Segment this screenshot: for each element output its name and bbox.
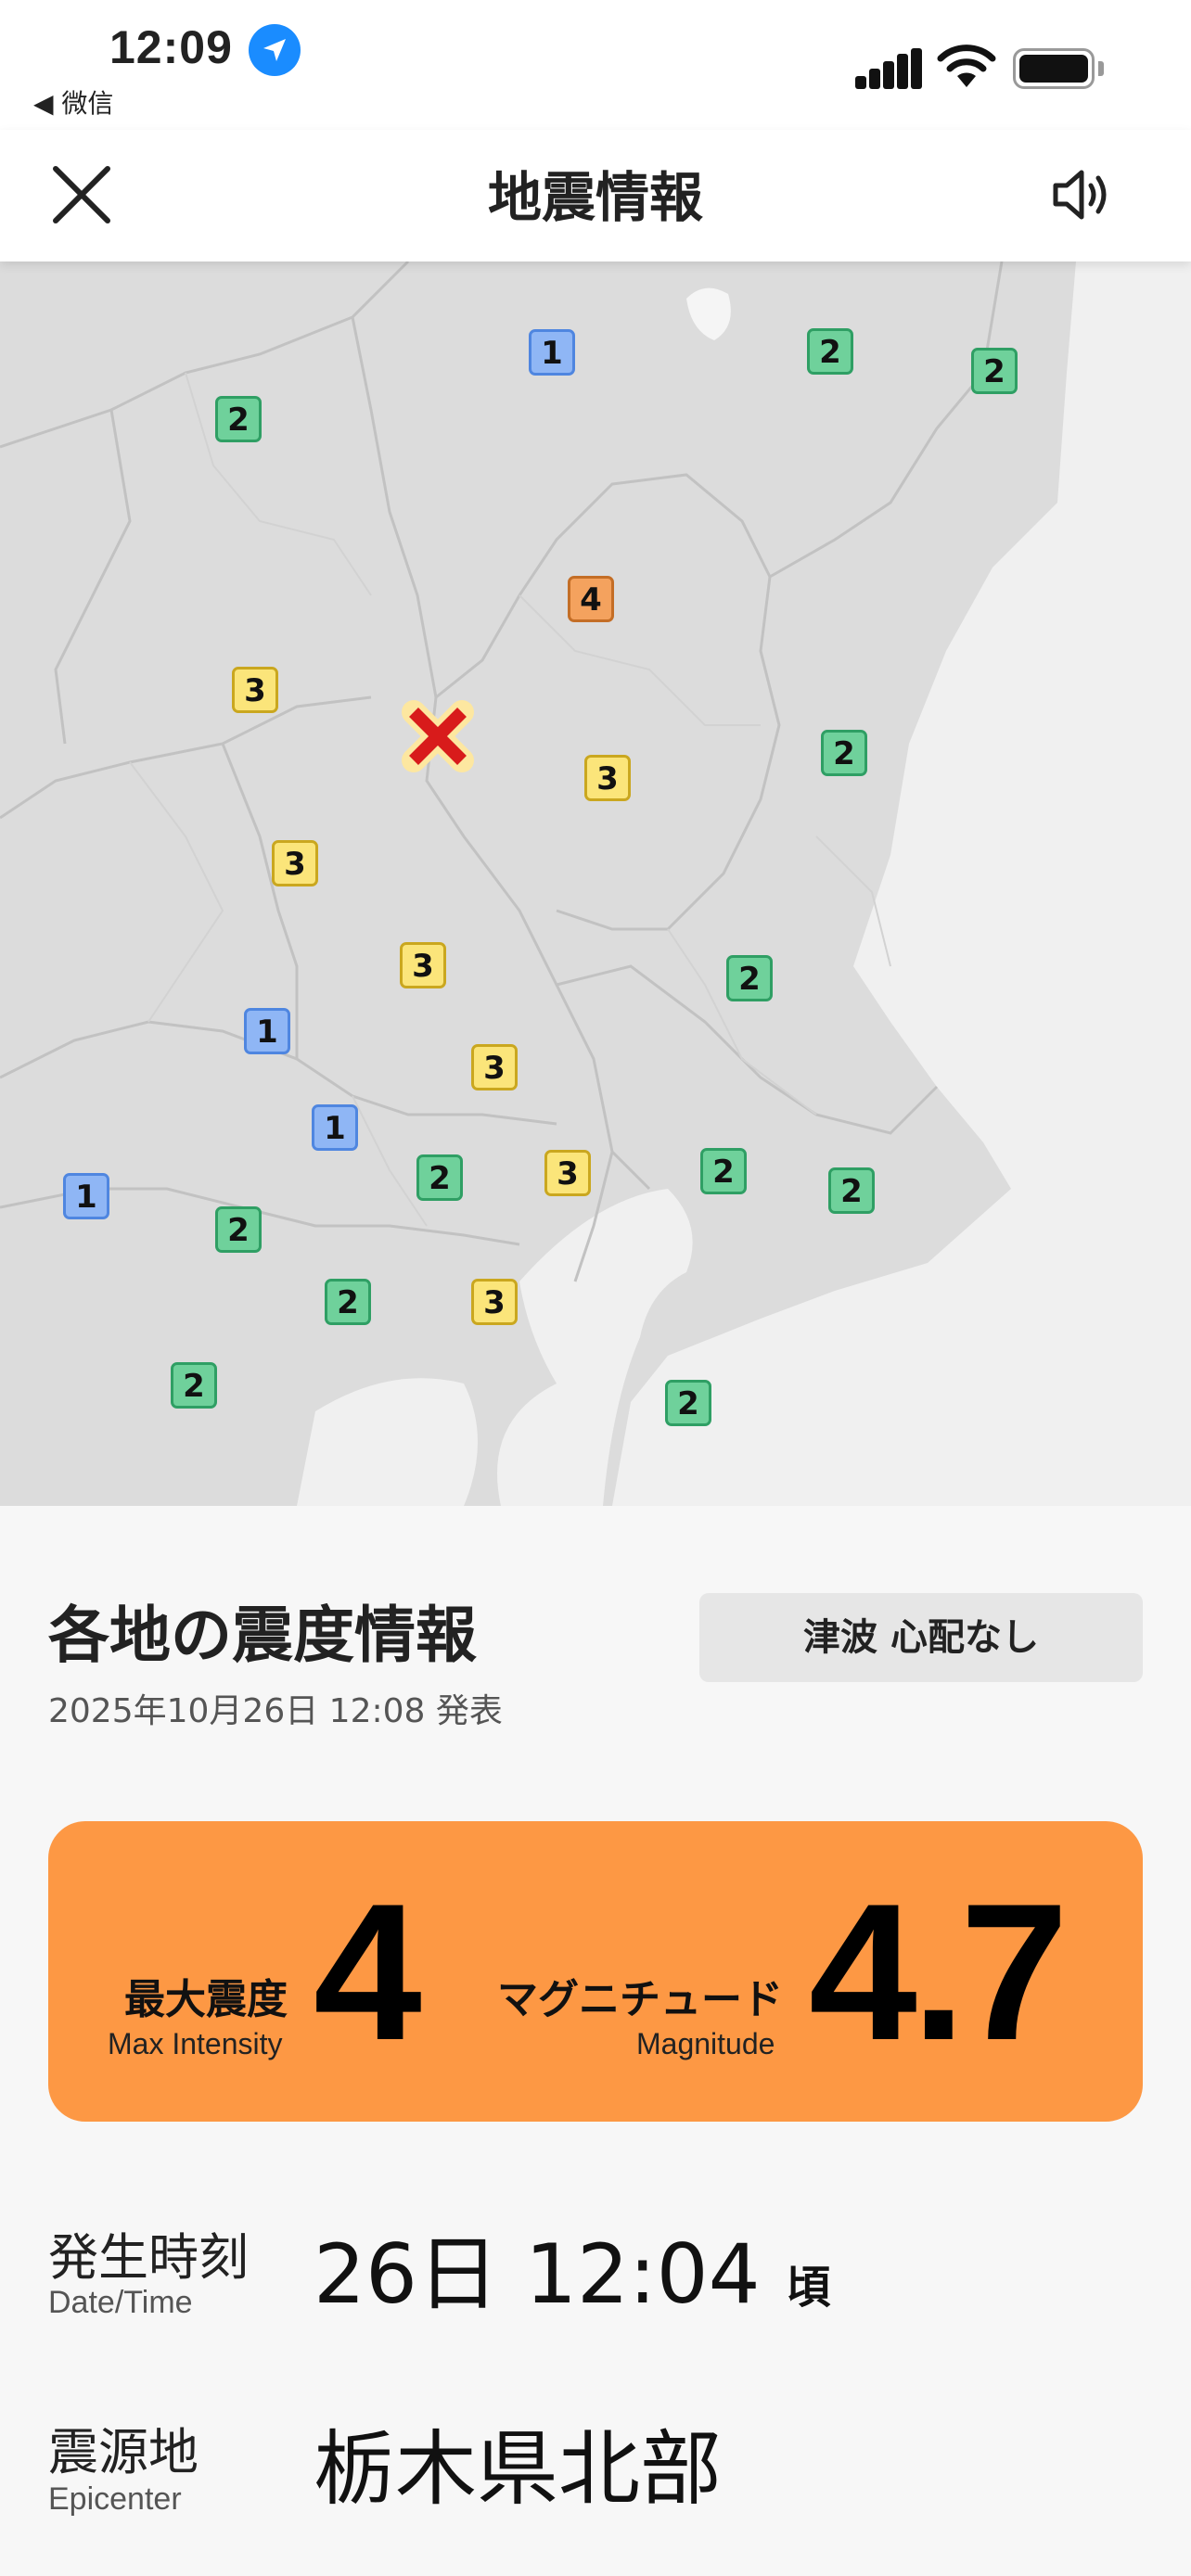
intensity-marker[interactable]: 2 [700, 1148, 747, 1194]
max-intensity-label-en: Max Intensity [108, 2027, 283, 2060]
intensity-marker[interactable]: 2 [971, 348, 1018, 394]
intensity-marker[interactable]: 3 [471, 1044, 518, 1090]
intensity-marker[interactable]: 2 [665, 1380, 711, 1426]
speaker-icon[interactable] [1044, 158, 1119, 232]
intensity-marker[interactable]: 1 [529, 329, 575, 376]
issued-timestamp: 2025年10月26日 12:08 発表 [48, 1692, 503, 1730]
nav-bar: 地震情報 [0, 130, 1191, 261]
magnitude-value: 4.7 [809, 1863, 1069, 2081]
intensity-marker[interactable]: 3 [400, 942, 446, 988]
location-arrow-icon [249, 24, 301, 76]
max-intensity-label: 最大震度 [124, 1976, 288, 2023]
intensity-marker[interactable]: 2 [807, 328, 853, 375]
intensity-marker[interactable]: 3 [272, 840, 318, 886]
intensity-marker[interactable]: 3 [471, 1279, 518, 1325]
battery-nub [1098, 61, 1104, 76]
info-sheet: 各地の震度情報 2025年10月26日 12:08 発表 津波 心配なし 最大震… [0, 1506, 1191, 2576]
map-background [0, 261, 1191, 1506]
intensity-marker[interactable]: 4 [568, 576, 614, 622]
magnitude-label: マグニチュード [497, 1976, 783, 2023]
max-intensity-value: 4 [314, 1863, 422, 2081]
cellular-signal-icon [855, 48, 922, 89]
tsunami-status-badge: 津波 心配なし [699, 1593, 1143, 1682]
intensity-marker[interactable]: 2 [821, 730, 867, 776]
datetime-suffix: 頃 [786, 2262, 831, 2314]
intensity-marker[interactable]: 2 [416, 1154, 463, 1201]
intensity-marker[interactable]: 2 [726, 955, 773, 1001]
summary-card: 最大震度 Max Intensity 4 マグニチュード Magnitude 4… [48, 1821, 1143, 2122]
intensity-marker[interactable]: 1 [312, 1104, 358, 1151]
back-to-app-link[interactable]: ◀ 微信 [33, 83, 113, 121]
status-bar: 12:09 ◀ 微信 [0, 0, 1191, 130]
intensity-marker[interactable]: 2 [171, 1362, 217, 1409]
intensity-marker[interactable]: 2 [325, 1279, 371, 1325]
datetime-label-en: Date/Time [48, 2285, 193, 2320]
epicenter-label: 震源地 [48, 2423, 198, 2481]
status-time: 12:09 [109, 21, 233, 73]
intensity-marker[interactable]: 3 [584, 755, 631, 801]
intensity-marker[interactable]: 2 [215, 396, 262, 442]
intensity-map[interactable]: 1 2 2 2 4 3 3 2 3 3 2 1 3 1 1 2 3 2 2 2 … [0, 261, 1191, 1506]
magnitude-label-en: Magnitude [636, 2027, 775, 2060]
datetime-label: 発生時刻 [48, 2228, 249, 2287]
intensity-marker[interactable]: 3 [544, 1150, 591, 1196]
epicenter-value: 栃木県北部 [314, 2421, 723, 2517]
intensity-marker[interactable]: 2 [215, 1206, 262, 1253]
intensity-marker[interactable]: 2 [828, 1167, 875, 1214]
page-title: 地震情報 [487, 166, 703, 229]
epicenter-marker-icon[interactable] [395, 694, 480, 779]
datetime-value: 26日 12:04 頃 [314, 2209, 831, 2327]
intensity-marker[interactable]: 1 [63, 1173, 109, 1219]
wifi-icon [937, 45, 996, 87]
epicenter-label-en: Epicenter [48, 2481, 182, 2517]
section-title: 各地の震度情報 [48, 1600, 477, 1671]
battery-icon [1013, 48, 1095, 89]
intensity-marker[interactable]: 1 [244, 1008, 290, 1054]
intensity-marker[interactable]: 3 [232, 667, 278, 713]
datetime-value-text: 26日 12:04 [314, 2226, 761, 2322]
